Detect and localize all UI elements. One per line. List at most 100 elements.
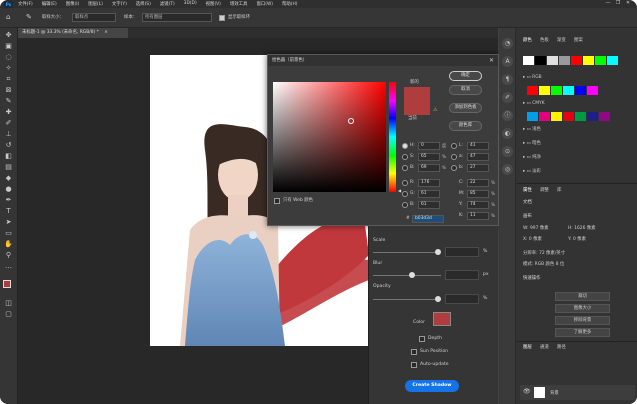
menu-plugins[interactable]: 增效工具 xyxy=(230,1,248,7)
lab-b-field[interactable]: 27 xyxy=(467,164,489,172)
r-field[interactable]: 176 xyxy=(418,179,440,187)
cancel-button[interactable]: 取消 xyxy=(449,85,482,95)
tab-properties[interactable]: 属性 xyxy=(523,187,532,193)
hex-field[interactable]: b03d3d xyxy=(412,215,444,223)
type-tool-icon[interactable]: T xyxy=(3,207,14,216)
dodge-tool-icon[interactable]: ● xyxy=(3,185,14,194)
show-ring-checkbox[interactable] xyxy=(219,15,225,21)
b-field[interactable]: 69 xyxy=(418,164,440,172)
y-field[interactable]: 74 xyxy=(467,201,489,209)
blue-field[interactable]: 61 xyxy=(418,201,440,209)
h-radio[interactable] xyxy=(402,143,408,149)
s-field[interactable]: 65 xyxy=(418,153,440,161)
artboard-tool-icon[interactable]: ▣ xyxy=(3,42,14,51)
out-of-gamut-icon[interactable]: ⚠ xyxy=(433,107,437,113)
auto-update-checkbox[interactable] xyxy=(411,362,417,368)
h-prop-value[interactable]: 1626 像素 xyxy=(574,226,595,231)
a-field[interactable]: 47 xyxy=(467,153,489,161)
mode-value[interactable]: RGB 颜色 xyxy=(535,262,555,267)
shape-tool-icon[interactable]: ▭ xyxy=(3,229,14,238)
menu-view[interactable]: 视图(V) xyxy=(206,1,221,7)
folder-cmyk[interactable]: ▸ ▭ CMYK xyxy=(523,100,545,108)
tab-paths[interactable]: 路径 xyxy=(557,344,566,350)
blue-radio[interactable] xyxy=(402,202,408,208)
menu-3d[interactable]: 3D(D) xyxy=(184,1,197,7)
folder-light[interactable]: ▸ ▭ 浅色 xyxy=(523,126,541,134)
remove-background-button[interactable]: 移除背景 xyxy=(555,316,610,325)
rgb-swatch[interactable] xyxy=(563,86,574,95)
color-swatch[interactable] xyxy=(523,56,534,65)
w-value[interactable]: 997 像素 xyxy=(530,226,549,231)
home-icon[interactable]: ⌂ xyxy=(6,13,10,22)
rgb-swatch[interactable] xyxy=(587,86,598,95)
brush-tool-icon[interactable]: ✐ xyxy=(3,119,14,128)
a-radio[interactable] xyxy=(451,154,457,160)
menu-file[interactable]: 文件(F) xyxy=(18,1,33,7)
ok-button[interactable]: 确定 xyxy=(449,71,482,81)
rgb-swatch[interactable] xyxy=(575,86,586,95)
gradient-tool-icon[interactable]: ▤ xyxy=(3,163,14,172)
g-field[interactable]: 61 xyxy=(418,190,440,198)
tab-patterns[interactable]: 图案 xyxy=(574,37,583,43)
glyphs-icon[interactable]: ◐ xyxy=(502,128,513,139)
color-swatch[interactable] xyxy=(535,56,546,65)
zoom-tool-icon[interactable]: ⚲ xyxy=(3,251,14,260)
paragraph-icon[interactable]: ¶ xyxy=(502,74,513,85)
r-radio[interactable] xyxy=(402,180,408,186)
tab-gradients[interactable]: 渐变 xyxy=(557,37,566,43)
l-field[interactable]: 41 xyxy=(467,142,489,150)
blur-slider[interactable] xyxy=(373,275,441,276)
bit-depth-value[interactable]: 8 位 xyxy=(556,262,565,267)
c-field[interactable]: 22 xyxy=(467,179,489,187)
trim-button[interactable]: 裁切 xyxy=(555,292,610,301)
color-sample-ring[interactable] xyxy=(348,118,354,124)
menu-select[interactable]: 选择(S) xyxy=(136,1,151,7)
cmyk-swatch[interactable] xyxy=(575,112,586,121)
history-icon[interactable]: ◔ xyxy=(502,38,513,49)
color-swatch[interactable] xyxy=(571,56,582,65)
y-prop-value[interactable]: 0 像素 xyxy=(573,237,586,242)
quick-mask-icon[interactable]: ◫ xyxy=(3,299,14,308)
sample-size-select[interactable]: 取样点 xyxy=(72,13,116,22)
menu-type[interactable]: 文字(Y) xyxy=(112,1,127,7)
rgb-swatch[interactable] xyxy=(527,86,538,95)
screen-mode-icon[interactable]: ▢ xyxy=(3,310,14,319)
menu-help[interactable]: 帮助(H) xyxy=(282,1,298,7)
h-field[interactable]: 0 xyxy=(418,142,440,150)
path-select-icon[interactable]: ➤ xyxy=(3,218,14,227)
menu-layer[interactable]: 图层(L) xyxy=(88,1,103,7)
brush-settings-icon[interactable]: ✐ xyxy=(502,92,513,103)
history-brush-icon[interactable]: ↺ xyxy=(3,141,14,150)
document-tab-close-icon[interactable]: × xyxy=(104,30,108,35)
plugin-icon[interactable]: ◎ xyxy=(502,164,513,175)
image-size-button[interactable]: 图像大小 xyxy=(555,304,610,313)
folder-rgb[interactable]: ▸ ▭ RGB xyxy=(523,74,542,82)
menu-image[interactable]: 图像(I) xyxy=(66,1,80,7)
eye-icon[interactable]: 👁 xyxy=(523,388,531,395)
close-icon[interactable]: ✕ xyxy=(489,55,494,66)
character-icon[interactable]: A xyxy=(502,56,513,67)
healing-tool-icon[interactable]: ✚ xyxy=(3,108,14,117)
stamp-tool-icon[interactable]: ⊥ xyxy=(3,130,14,139)
hue-slider-handle[interactable]: ◀ xyxy=(398,188,401,193)
rgb-swatch[interactable] xyxy=(539,86,550,95)
shadow-color-swatch[interactable] xyxy=(433,312,451,326)
b-radio[interactable] xyxy=(402,165,408,171)
rgb-swatch[interactable] xyxy=(551,86,562,95)
cmyk-swatch[interactable] xyxy=(551,112,562,121)
cmyk-swatch[interactable] xyxy=(599,112,610,121)
layer-row[interactable]: 👁 背景 xyxy=(520,385,635,400)
eraser-tool-icon[interactable]: ◧ xyxy=(3,152,14,161)
k-field[interactable]: 11 xyxy=(467,212,489,220)
info-icon[interactable]: ⓘ xyxy=(502,110,513,121)
opacity-slider-knob[interactable] xyxy=(435,296,441,302)
web-colors-checkbox[interactable] xyxy=(274,198,280,204)
scale-slider[interactable] xyxy=(373,252,441,253)
x-value[interactable]: 0 像素 xyxy=(529,237,542,242)
layer-name[interactable]: 背景 xyxy=(550,390,559,396)
eyedropper-option-icon[interactable]: ✎ xyxy=(26,13,32,22)
tab-libraries[interactable]: 库 xyxy=(557,187,561,193)
navigator-icon[interactable]: ⊙ xyxy=(502,146,513,157)
add-to-swatches-button[interactable]: 添加到色板 xyxy=(449,103,482,113)
folder-pure[interactable]: ▸ ▭ 纯净 xyxy=(523,154,541,162)
